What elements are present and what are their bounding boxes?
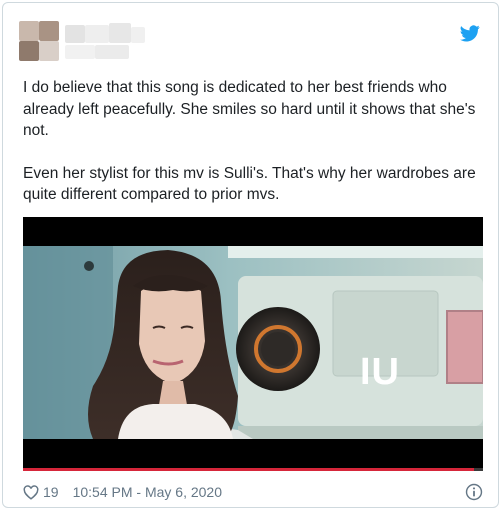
video-overlay-text: IU xyxy=(360,351,400,393)
tweet-timestamp[interactable]: 10:54 PM - May 6, 2020 xyxy=(73,484,222,500)
tweet-text: I do believe that this song is dedicated… xyxy=(23,77,483,206)
video-progress-fill xyxy=(23,468,474,471)
tweet-footer: 19 10:54 PM - May 6, 2020 xyxy=(23,481,483,503)
video-progress-bar[interactable] xyxy=(23,468,483,471)
heart-icon xyxy=(23,484,39,500)
tweet-card: I do believe that this song is dedicated… xyxy=(2,2,499,508)
tweet-paragraph: I do believe that this song is dedicated… xyxy=(23,79,476,139)
tweet-paragraph: Even her stylist for this mv is Sulli's.… xyxy=(23,164,476,204)
video-still-image xyxy=(23,246,483,439)
twitter-bird-icon[interactable] xyxy=(460,25,480,42)
like-button[interactable]: 19 xyxy=(23,484,59,500)
like-count: 19 xyxy=(43,484,59,500)
author-avatar-blurred[interactable] xyxy=(19,21,147,61)
video-player[interactable]: IU xyxy=(23,217,483,471)
info-icon[interactable] xyxy=(465,483,483,501)
video-frame: IU xyxy=(23,246,483,439)
